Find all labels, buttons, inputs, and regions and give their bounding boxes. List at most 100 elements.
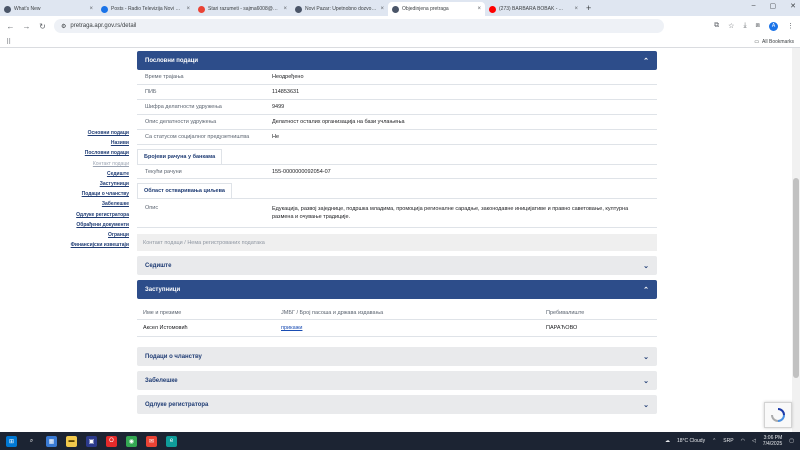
field-value: 114853631 bbox=[272, 89, 300, 95]
favicon-icon bbox=[392, 5, 399, 13]
goals-key: Опис bbox=[145, 205, 159, 211]
section-nav-link[interactable]: Финансијски извештаји bbox=[60, 240, 129, 250]
menu-icon[interactable]: ⋮ bbox=[787, 22, 794, 30]
col-residence: Пребивалиште bbox=[546, 310, 585, 316]
close-icon[interactable]: × bbox=[574, 6, 578, 12]
contact-breadcrumb: Контакт подаци / Нема регистрованих пода… bbox=[137, 234, 657, 251]
tab-title: Objedinjena pretraga bbox=[402, 6, 449, 12]
close-icon[interactable]: × bbox=[380, 6, 384, 12]
mail-icon[interactable]: ✉ bbox=[146, 435, 157, 447]
close-window-icon[interactable]: ✕ bbox=[790, 2, 796, 10]
recaptcha-badge[interactable] bbox=[764, 402, 792, 428]
close-icon[interactable]: × bbox=[186, 6, 190, 12]
table-row: Аксел Истомовић прикажи ПАРАЋОВО bbox=[137, 320, 657, 337]
seat-title: Седиште bbox=[145, 262, 172, 269]
section-nav-link[interactable]: Називи bbox=[60, 138, 129, 148]
favicon-icon bbox=[489, 5, 496, 13]
section-nav-link[interactable]: Огранци bbox=[60, 230, 129, 240]
section-nav-link[interactable]: Контакт подаци bbox=[60, 159, 129, 169]
windows-taskbar: ⊞ ⌕ ▦ ▬ ▣ O ◉ ✉ e ☁ 18°C Cloudy ⌃ SRP ◠ … bbox=[0, 432, 800, 450]
close-icon[interactable]: × bbox=[477, 6, 481, 12]
file-explorer-icon[interactable]: ▬ bbox=[66, 435, 77, 447]
show-id-link[interactable]: прикажи bbox=[281, 325, 302, 331]
language-indicator[interactable]: SRP bbox=[723, 438, 733, 444]
install-icon[interactable]: ⧉ bbox=[714, 22, 719, 30]
address-bar[interactable]: ⚙ pretraga.apr.gov.rs/detail bbox=[54, 19, 664, 33]
chevron-down-icon: ⌄ bbox=[643, 401, 649, 409]
section-nav-link[interactable]: Забелешке bbox=[60, 199, 129, 209]
tab-bank-accounts[interactable]: Бројеви рачуна у банкама bbox=[137, 149, 223, 164]
extensions-icon[interactable]: ⧈ bbox=[756, 22, 760, 30]
minimize-icon[interactable]: – bbox=[752, 2, 756, 10]
tab-goals[interactable]: Област остваривања циљева bbox=[137, 183, 232, 198]
chevron-up-icon: ⌃ bbox=[643, 286, 649, 294]
widgets-icon[interactable]: ▦ bbox=[46, 435, 57, 447]
avatar[interactable]: A bbox=[769, 21, 778, 31]
new-tab-button[interactable]: + bbox=[582, 3, 595, 13]
membership-header[interactable]: Подаци о чланству ⌄ bbox=[137, 347, 657, 366]
section-nav-link[interactable]: Основни подаци bbox=[60, 128, 129, 138]
tab-title: Stari razumeti - sajma6008@gmail bbox=[208, 6, 281, 12]
section-nav-link[interactable]: Заступници bbox=[60, 179, 129, 189]
all-bookmarks-button[interactable]: ▭ All Bookmarks bbox=[754, 39, 794, 45]
favicon-icon bbox=[198, 5, 205, 13]
browser-tab[interactable]: What's New × bbox=[0, 2, 97, 16]
browser-tab[interactable]: Objedinjena pretraga × bbox=[388, 2, 485, 16]
notifications-icon[interactable]: ▢ bbox=[789, 438, 794, 444]
decisions-header[interactable]: Одлуке регистратора ⌄ bbox=[137, 395, 657, 414]
seat-header[interactable]: Седиште ⌄ bbox=[137, 256, 657, 275]
star-icon[interactable]: ☆ bbox=[728, 22, 734, 30]
all-bookmarks-label: All Bookmarks bbox=[762, 38, 794, 45]
chrome-icon[interactable]: ◉ bbox=[126, 435, 137, 447]
main-content: Пословни подаци ⌃ Време трајања Неодређен… bbox=[137, 51, 657, 414]
opera-icon[interactable]: O bbox=[106, 435, 117, 447]
scrollbar-thumb[interactable] bbox=[793, 178, 799, 378]
browser-tab[interactable]: Stari razumeti - sajma6008@gmail × bbox=[194, 2, 291, 16]
tab-title: What's New bbox=[14, 6, 41, 12]
reload-icon[interactable]: ↻ bbox=[38, 22, 47, 31]
section-nav-link[interactable]: Подаци о чланству bbox=[60, 189, 129, 199]
browser-tab[interactable]: Novi Pazar: Upetnobno dozvoli... × bbox=[291, 2, 388, 16]
business-data-header[interactable]: Пословни подаци ⌃ bbox=[137, 51, 657, 70]
field-key: Опис делатности удружења bbox=[145, 119, 217, 125]
back-icon[interactable]: ← bbox=[6, 22, 15, 31]
bank-account-value: 155-0000000092054-07 bbox=[272, 168, 331, 175]
close-icon[interactable]: × bbox=[89, 6, 93, 12]
maximize-icon[interactable]: ▢ bbox=[770, 2, 777, 10]
rep-residence: ПАРАЋОВО bbox=[546, 325, 578, 331]
download-icon[interactable]: ⤓ bbox=[743, 22, 746, 30]
windows-start-icon[interactable]: ⊞ bbox=[6, 435, 17, 447]
clock[interactable]: 3:06 PM 7/4/2025 bbox=[763, 435, 782, 447]
browser-tab[interactable]: (273) BARBARA BOBAK - ... × bbox=[485, 2, 582, 16]
goals-row: Опис Едукација, развој заједнице, подршк… bbox=[137, 198, 657, 228]
chevron-up-icon[interactable]: ⌃ bbox=[712, 438, 716, 444]
url-text: pretraga.apr.gov.rs/detail bbox=[70, 23, 137, 29]
representatives-header[interactable]: Заступници ⌃ bbox=[137, 280, 657, 299]
notes-header[interactable]: Забелешке ⌄ bbox=[137, 371, 657, 390]
browser-toolbar: ← → ↻ ⚙ pretraga.apr.gov.rs/detail ⧉ ☆ ⤓… bbox=[0, 16, 800, 36]
favicon-icon bbox=[4, 5, 11, 13]
forward-icon[interactable]: → bbox=[22, 22, 31, 31]
volume-icon[interactable]: ◁ bbox=[752, 438, 756, 444]
section-nav-link[interactable]: Седиште bbox=[60, 169, 129, 179]
edge-icon[interactable]: e bbox=[166, 435, 177, 447]
section-nav-link[interactable]: Одлуке регистратора bbox=[60, 210, 129, 220]
chevron-down-icon: ⌄ bbox=[643, 353, 649, 361]
favicon-icon bbox=[295, 5, 302, 13]
field-value: Не bbox=[272, 134, 280, 140]
close-icon[interactable]: × bbox=[283, 6, 287, 12]
chevron-down-icon: ⌄ bbox=[643, 377, 649, 385]
apps-grid-icon[interactable]: ⠿ bbox=[6, 38, 11, 46]
chevron-up-icon: ⌃ bbox=[643, 57, 649, 65]
search-icon[interactable]: ⌕ bbox=[26, 436, 37, 447]
store-icon[interactable]: ▣ bbox=[86, 435, 97, 447]
field-key: Шифра делатности удружења bbox=[145, 104, 222, 110]
section-nav-link[interactable]: Обрађени документи bbox=[60, 220, 129, 230]
site-info-icon[interactable]: ⚙ bbox=[61, 23, 66, 30]
weather-text[interactable]: 18°C Cloudy bbox=[677, 438, 705, 444]
col-id: ЈМБГ / Број пасоша и држава издавања bbox=[281, 310, 384, 316]
tab-strip: What's New × Posts - Radio Televizija Novi… bbox=[0, 0, 800, 16]
wifi-icon[interactable]: ◠ bbox=[741, 438, 745, 444]
section-nav-link[interactable]: Пословни подаци bbox=[60, 148, 129, 158]
browser-tab[interactable]: Posts - Radio Televizija Novi Pazar × bbox=[97, 2, 194, 16]
